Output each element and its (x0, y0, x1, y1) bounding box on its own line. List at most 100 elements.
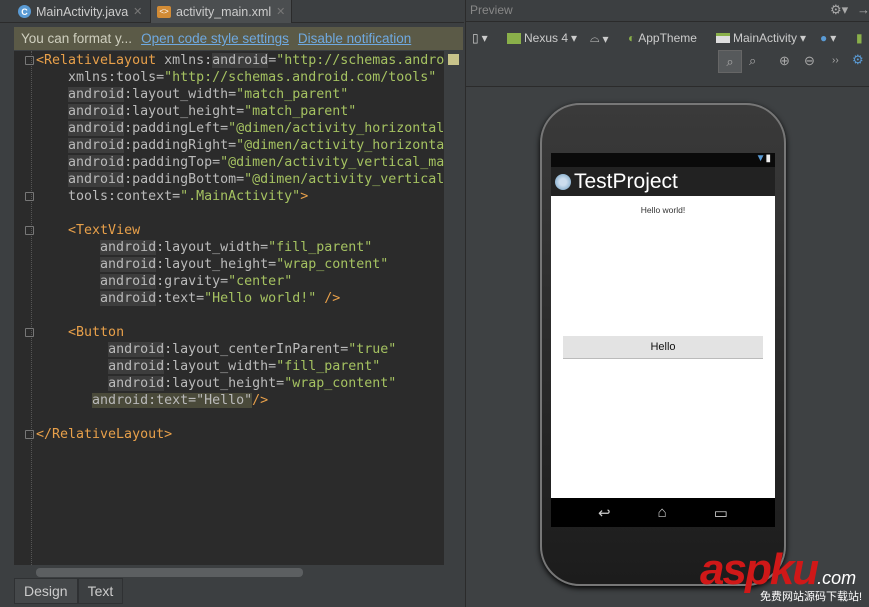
activity-dropdown[interactable]: MainActivity ▾ (716, 31, 806, 45)
scrollbar-thumb[interactable] (36, 568, 303, 577)
watermark-slogan: 免费网站源码下载站! (760, 591, 863, 603)
code-token: <TextView (68, 223, 141, 238)
code-token: "@dimen/activity_horizonta (236, 138, 445, 153)
zoom-fit-icon[interactable]: ⌕ (718, 50, 742, 73)
code-line: <RelativeLayout xmlns:android="http://sc… (36, 52, 444, 69)
fold-icon[interactable] (25, 192, 34, 201)
code-token: xmlns: (164, 53, 213, 68)
back-icon[interactable]: ↩ (598, 504, 611, 522)
code-token: :paddingLeft= (124, 121, 229, 136)
code-token: :layout_width= (124, 87, 237, 102)
fold-icon[interactable] (25, 226, 34, 235)
app-title: TestProject (574, 169, 678, 193)
hello-button[interactable]: Hello (563, 336, 763, 359)
zoom-out-icon[interactable]: ⊖ (804, 53, 815, 69)
zoom-actual-icon[interactable]: ⌕ (749, 53, 756, 69)
code-line: <TextView (36, 222, 140, 239)
device-label: Nexus 4 (524, 31, 569, 45)
code-token: /> (252, 393, 269, 408)
code-token: "match_parent" (244, 104, 357, 119)
home-icon[interactable]: ⌂ (658, 504, 667, 521)
disable-notification-link[interactable]: Disable notification (298, 31, 411, 46)
gear-icon[interactable]: ⚙▾ (830, 2, 848, 18)
close-icon[interactable]: ✕ (276, 5, 285, 18)
code-token: "@dimen/activity_vertical_ma (220, 155, 445, 170)
recents-icon[interactable]: ▭ (714, 504, 728, 522)
android-icon[interactable]: ▮ (856, 31, 863, 45)
code-line: <Button (36, 324, 124, 341)
xml-file-icon: <> (157, 5, 171, 18)
code-token: android (68, 87, 125, 102)
bottom-tabs: Design Text (14, 578, 124, 604)
fold-icon[interactable] (25, 328, 34, 337)
code-token: android (68, 138, 125, 153)
code-token: android (100, 257, 157, 272)
code-token: = (268, 53, 277, 68)
theme-dropdown[interactable]: ◐ AppTheme (628, 31, 697, 45)
file-icon: ▯ (472, 31, 479, 45)
code-token: android (100, 274, 157, 289)
code-token: :paddingBottom= (124, 172, 245, 187)
code-line: android:paddingRight="@dimen/activity_ho… (36, 137, 444, 154)
code-line: android:layout_height="wrap_content" (36, 256, 388, 273)
device-dropdown[interactable]: Nexus 4 ▾ (507, 31, 577, 45)
locale-dropdown[interactable]: ● ▾ (820, 31, 836, 45)
activity-label: MainActivity (733, 31, 798, 45)
tab-text[interactable]: Text (77, 578, 124, 604)
code-line: android:layout_width="fill_parent" (36, 239, 372, 256)
open-code-style-settings-link[interactable]: Open code style settings (141, 31, 289, 46)
theme-label: AppTheme (638, 31, 697, 45)
tab-design[interactable]: Design (14, 578, 78, 604)
close-icon[interactable]: ✕ (133, 5, 142, 18)
error-stripe[interactable] (444, 51, 463, 565)
fold-icon[interactable] (25, 56, 34, 65)
code-token: "@dimen/activity_horizontal (228, 121, 445, 136)
code-token: > (300, 189, 309, 204)
code-token: :layout_width= (164, 359, 277, 374)
code-token: :paddingTop= (124, 155, 221, 170)
zoom-in-icon[interactable]: ⊕ (779, 53, 790, 69)
fold-icon[interactable] (25, 430, 34, 439)
code-token: tools:context= (36, 189, 181, 204)
file-config-dropdown[interactable]: ▯ ▾ (472, 31, 488, 45)
code-line: tools:context=".MainActivity"> (36, 188, 308, 205)
code-token: :paddingRight= (124, 138, 237, 153)
code-token: android (108, 376, 165, 391)
more-icon[interactable]: ›› (832, 55, 839, 66)
code-line: android:paddingTop="@dimen/activity_vert… (36, 154, 444, 171)
code-line: android:layout_width="fill_parent" (36, 358, 380, 375)
activity-icon (716, 33, 730, 43)
orientation-dropdown[interactable]: ⌓ ▾ (590, 31, 609, 46)
tab-activity-main-xml[interactable]: <> activity_main.xml ✕ (150, 0, 293, 23)
code-token: "center" (228, 274, 293, 289)
nav-bar: ↩ ⌂ ▭ (551, 498, 775, 527)
hide-icon[interactable]: →| (857, 2, 869, 17)
settings-icon[interactable]: ⚙ (852, 52, 864, 68)
hello-textview: Hello world! (640, 205, 686, 215)
wifi-battery-icon: ▼▮ (755, 153, 771, 164)
code-token: android (108, 342, 165, 357)
code-token: android (68, 155, 125, 170)
theme-icon: ◐ (628, 31, 636, 45)
code-line: android:gravity="center" (36, 273, 292, 290)
device-icon (507, 32, 521, 44)
code-token: :layout_height= (156, 257, 277, 272)
code-token: :layout_height= (124, 104, 245, 119)
code-token: :text= (156, 291, 205, 306)
code-line: android:text="Hello"/> (36, 392, 268, 409)
tab-main-activity-java[interactable]: C MainActivity.java ✕ (12, 0, 148, 23)
code-token: android (68, 121, 125, 136)
code-token: android (100, 240, 157, 255)
code-token: "wrap_content" (276, 257, 389, 272)
code-token: android (68, 104, 125, 119)
code-token: android (100, 291, 157, 306)
